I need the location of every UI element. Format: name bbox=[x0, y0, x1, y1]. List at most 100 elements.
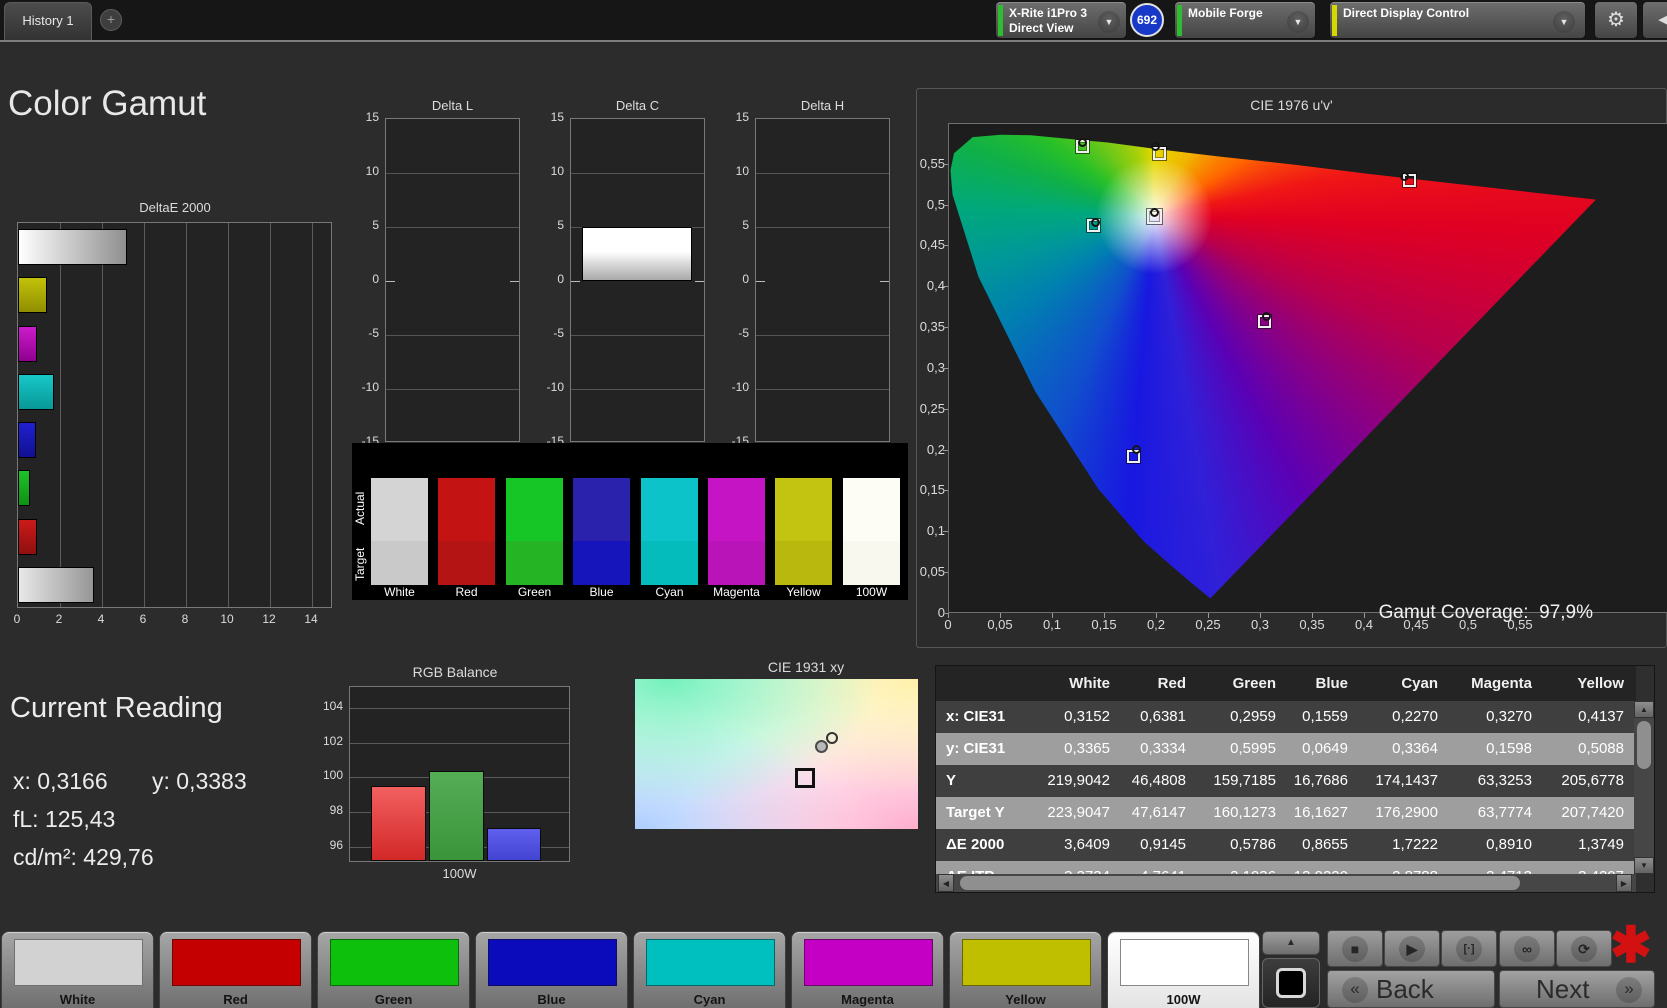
pattern-button-label: 100W bbox=[1166, 992, 1201, 1007]
table-cell: 205,6778 bbox=[1561, 772, 1624, 789]
chart-title-delta-c: Delta C bbox=[615, 98, 660, 113]
pattern-window-button[interactable] bbox=[1262, 958, 1320, 1008]
chevron-down-icon[interactable]: ▼ bbox=[1553, 11, 1575, 33]
swatch-target-magenta bbox=[708, 541, 765, 585]
axis-tick-label: 0,3 bbox=[1250, 617, 1270, 632]
axis-tick bbox=[943, 245, 948, 246]
chart-title-delta-l: Delta L bbox=[431, 98, 474, 113]
delta-chart-2 bbox=[755, 118, 890, 442]
deltae-bar-cyan bbox=[18, 374, 54, 410]
pattern-button-100w[interactable]: 100W bbox=[1107, 931, 1260, 1008]
swatch-target-yellow bbox=[775, 541, 832, 585]
zero-tick bbox=[386, 281, 395, 282]
swatch-label: Cyan bbox=[655, 585, 684, 599]
pattern-button-red[interactable]: Red bbox=[159, 931, 312, 1008]
scroll-up-button[interactable]: ▲ bbox=[1634, 701, 1654, 718]
meter-display-dropdown[interactable]: Direct Display Control ▼ bbox=[1329, 1, 1586, 39]
continuous-button[interactable]: ∞ bbox=[1499, 930, 1555, 967]
horizontal-scrollbar[interactable]: ◀ ▶ bbox=[936, 874, 1636, 892]
rgb-balance-x-label: 100W bbox=[442, 866, 477, 881]
vertical-scrollbar[interactable]: ▲ ▼ bbox=[1634, 701, 1654, 874]
axis-tick-label: 0,45 bbox=[919, 237, 945, 252]
table-cell: 176,2900 bbox=[1375, 804, 1438, 821]
rgb-bar-green bbox=[429, 771, 484, 861]
back-button-label: Back bbox=[1376, 974, 1434, 1004]
device-mode: Direct View bbox=[1009, 21, 1074, 35]
cie76-marker-green-measured bbox=[1078, 138, 1087, 147]
axis-tick bbox=[1052, 613, 1053, 618]
scroll-thumb[interactable] bbox=[960, 876, 1520, 890]
axis-tick-label: -5 bbox=[553, 326, 564, 340]
gridline bbox=[756, 173, 889, 174]
axis-tick-label: 0,15 bbox=[919, 482, 945, 497]
stop-button[interactable]: ■ bbox=[1327, 930, 1383, 967]
play-button[interactable]: ▶ bbox=[1384, 930, 1440, 967]
swatch-label: 100W bbox=[855, 585, 888, 599]
zero-tick bbox=[756, 281, 765, 282]
axis-tick-label: 0,2 bbox=[926, 442, 945, 457]
device-status-indicator bbox=[998, 5, 1003, 36]
pattern-button-magenta[interactable]: Magenta bbox=[791, 931, 944, 1008]
pattern-window-up-button[interactable]: ▲ bbox=[1262, 931, 1320, 955]
table-cell: 0,8910 bbox=[1486, 836, 1532, 853]
measure-button[interactable]: [·] bbox=[1441, 930, 1497, 967]
chevron-down-icon[interactable]: ▼ bbox=[1098, 11, 1120, 33]
table-cell: 0,9145 bbox=[1140, 836, 1186, 853]
axis-tick bbox=[943, 450, 948, 451]
scroll-right-button[interactable]: ▶ bbox=[1616, 874, 1632, 892]
table-cell: 63,7774 bbox=[1477, 804, 1532, 821]
deltae-bar-magenta bbox=[18, 326, 37, 362]
axis-tick bbox=[1156, 613, 1157, 618]
add-tab-button[interactable]: + bbox=[100, 9, 122, 31]
axis-tick-label: 0,35 bbox=[1299, 617, 1325, 632]
refresh-button[interactable]: ⟳ bbox=[1556, 930, 1612, 967]
swatch-label: Red bbox=[455, 585, 478, 599]
chevron-down-icon[interactable]: ▼ bbox=[1287, 11, 1309, 33]
collapse-panel-button[interactable]: ◀ bbox=[1642, 1, 1667, 39]
axis-tick-label: 0,45 bbox=[1403, 617, 1429, 632]
settings-button[interactable]: ⚙ bbox=[1594, 1, 1638, 39]
gear-icon: ⚙ bbox=[1607, 9, 1625, 31]
pattern-color-swatch bbox=[172, 939, 301, 986]
scroll-left-button[interactable]: ◀ bbox=[938, 874, 954, 892]
cie1976-chart: Gamut Coverage: 97,9% bbox=[948, 123, 1667, 623]
table-cell: 0,6381 bbox=[1140, 708, 1186, 725]
axis-tick-label: 0 bbox=[742, 272, 749, 286]
pattern-button-cyan[interactable]: Cyan bbox=[633, 931, 786, 1008]
meter-source-dropdown[interactable]: Mobile Forge ▼ bbox=[1174, 1, 1316, 39]
axis-tick bbox=[943, 572, 948, 573]
cie31-marker-measured-outline bbox=[826, 732, 838, 744]
cie1931-chart-title: CIE 1931 xy bbox=[767, 659, 845, 675]
black-square-icon bbox=[1276, 968, 1306, 998]
gridline bbox=[571, 335, 704, 336]
next-button[interactable]: Next » bbox=[1499, 970, 1655, 1008]
axis-tick-label: 0,1 bbox=[926, 523, 945, 538]
table-cell: 174,1437 bbox=[1375, 772, 1438, 789]
axis-tick-label: 10 bbox=[220, 612, 234, 626]
pattern-button-blue[interactable]: Blue bbox=[475, 931, 628, 1008]
scroll-down-button[interactable]: ▼ bbox=[1634, 857, 1654, 874]
pattern-button-green[interactable]: Green bbox=[317, 931, 470, 1008]
axis-tick bbox=[943, 409, 948, 410]
axis-tick-label: 10 bbox=[365, 164, 379, 178]
tab-history-1[interactable]: History 1 bbox=[4, 2, 92, 40]
continuous-icon: ∞ bbox=[1514, 935, 1540, 962]
swatch-target-cyan bbox=[641, 541, 698, 585]
row-label: y: CIE31 bbox=[946, 740, 1006, 757]
table-cell: 0,1559 bbox=[1302, 708, 1348, 725]
pattern-button-white[interactable]: White bbox=[1, 931, 154, 1008]
axis-tick bbox=[948, 613, 949, 618]
axis-tick-label: 0,25 bbox=[919, 401, 945, 416]
page-title: Color Gamut bbox=[8, 84, 207, 123]
table-cell: 223,9047 bbox=[1047, 804, 1110, 821]
pattern-button-yellow[interactable]: Yellow bbox=[949, 931, 1102, 1008]
table-row: y: CIE31 0,3365 0,3334 0,5995 0,0649 0,3364 0,… bbox=[936, 733, 1636, 765]
back-button[interactable]: « Back bbox=[1327, 970, 1495, 1008]
axis-tick-label: 14 bbox=[304, 612, 318, 626]
swatch-actual-green bbox=[506, 478, 563, 541]
scroll-thumb[interactable] bbox=[1637, 721, 1651, 769]
meter-device-dropdown[interactable]: X-Rite i1Pro 3 Direct View ▼ bbox=[995, 1, 1127, 39]
axis-tick-label: 0,25 bbox=[1195, 617, 1221, 632]
table-cell: 16,1627 bbox=[1293, 804, 1348, 821]
reading-x: x: 0,3166 bbox=[13, 768, 108, 794]
